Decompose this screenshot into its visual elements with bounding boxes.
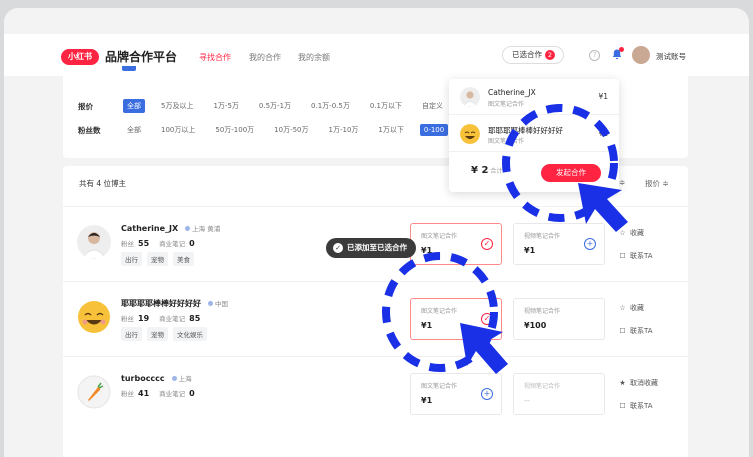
note-collab-option[interactable]: 图文笔记合作 ¥1 ✓ — [410, 223, 502, 265]
price-chip-custom[interactable]: 自定义 — [418, 99, 447, 113]
creator-location: 上海 黄浦 — [185, 225, 220, 233]
note-collab-option[interactable]: 图文笔记合作 ¥1 + — [410, 373, 502, 415]
list-item[interactable]: Catherine_JX 图文笔记合作 ¥1 — [449, 79, 619, 115]
star-filled-icon: ★ — [619, 379, 626, 387]
price-chip-5w-plus[interactable]: 5万及以上 — [157, 99, 197, 113]
sort-by-price[interactable]: 报价 ≑ — [645, 178, 669, 189]
toast-message: ✓ 已添加至已选合作 — [326, 238, 416, 258]
tab-find-collab[interactable]: 寻找合作 — [199, 52, 231, 63]
creator-location: 上海 — [171, 375, 192, 383]
location-pin-icon — [208, 301, 213, 306]
chat-icon: ☐ — [619, 402, 626, 410]
favorite-button[interactable]: ☆ 收藏 — [618, 228, 644, 238]
fans-chip-all[interactable]: 全部 — [123, 123, 145, 137]
account-name[interactable]: 测试账号 — [656, 51, 686, 62]
contact-button[interactable]: ☐ 联系TA — [618, 401, 652, 411]
chat-icon: ☐ — [619, 252, 626, 260]
avatar — [460, 87, 480, 107]
creator-tags: 出行 宠物 美食 — [121, 252, 199, 266]
avatar[interactable] — [77, 300, 111, 334]
avatar[interactable] — [632, 46, 650, 64]
tab-my-collab[interactable]: 我的合作 — [249, 52, 281, 63]
table-row: turbocccc 上海 粉丝 41 商业笔记 0 图文笔记合作 ¥1 + 视频笔记合作… — [63, 356, 688, 428]
tag: 宠物 — [147, 252, 168, 266]
fans-chip-50w-100w[interactable]: 50万-100万 — [211, 123, 258, 137]
plus-icon: + — [481, 388, 493, 400]
fans-chip-0-100[interactable]: 0-100 — [419, 124, 449, 136]
video-collab-option[interactable]: 视频笔记合作 ¥1 + — [513, 223, 605, 265]
creator-name[interactable]: 耶耶耶耶棒棒好好好好 中国 — [121, 298, 228, 309]
table-row: 耶耶耶耶棒棒好好好好 中国 粉丝 19 商业笔记 85 出行 宠物 文化娱乐 图文笔记合… — [63, 281, 688, 353]
dropdown-total: ¥ 2 合计 — [471, 165, 503, 176]
video-collab-option[interactable]: 视频笔记合作 ¥100 — [513, 298, 605, 340]
avatar[interactable] — [77, 225, 111, 259]
help-icon[interactable]: ? — [589, 50, 600, 61]
star-outline-icon: ☆ — [619, 229, 626, 237]
price-chip-05w-1w[interactable]: 0.5万-1万 — [255, 99, 295, 113]
selected-count-badge: 2 — [545, 50, 555, 60]
filter-row-price: 报价 全部 5万及以上 1万-5万 0.5万-1万 0.1万-0.5万 0.1万… — [78, 99, 459, 113]
creator-count: 共有 4 位博主 — [79, 179, 127, 188]
creator-stats: 粉丝 19 商业笔记 85 — [121, 314, 201, 323]
app-window: 小红书 品牌合作平台 寻找合作 我的合作 我的余额 已选合作 2 ? 测试账号 报… — [4, 8, 749, 457]
tag: 文化娱乐 — [173, 327, 207, 341]
fans-chip-1w-10w[interactable]: 1万-10万 — [325, 123, 363, 137]
fans-chip-100w-plus[interactable]: 100万以上 — [157, 123, 199, 137]
filter-row-fans: 粉丝数 全部 100万以上 50万-100万 10万-50万 1万-10万 1万… — [78, 123, 460, 137]
creator-list: 共有 4 位博主 ≑ 报价 ≑ Catherine_JX 上海 黄浦 粉丝 55 商业… — [63, 166, 688, 457]
price-chip-01w-05w[interactable]: 0.1万-0.5万 — [307, 99, 354, 113]
selected-collab-dropdown: Catherine_JX 图文笔记合作 ¥1 耶耶耶耶棒棒好好好好 图文笔记合作… — [449, 79, 619, 192]
avatar — [460, 124, 480, 144]
location-pin-icon — [185, 226, 191, 231]
tag: 宠物 — [147, 327, 168, 341]
chat-icon: ☐ — [619, 327, 626, 335]
creator-stats: 粉丝 55 商业笔记 0 — [121, 239, 195, 248]
list-item[interactable]: 耶耶耶耶棒棒好好好好 图文笔记合作 ¥1 — [449, 116, 619, 152]
avatar[interactable] — [77, 375, 111, 409]
favorite-button[interactable]: ☆ 收藏 — [618, 303, 644, 313]
notification-dot — [619, 47, 624, 52]
tag: 出行 — [121, 252, 142, 266]
selected-collab-button[interactable]: 已选合作 2 — [502, 46, 564, 64]
location-pin-icon — [171, 376, 177, 381]
contact-button[interactable]: ☐ 联系TA — [618, 326, 652, 336]
check-icon: ✓ — [481, 313, 493, 325]
brand-title: 品牌合作平台 — [105, 50, 178, 64]
check-circle-icon: ✓ — [333, 243, 343, 253]
star-outline-icon: ☆ — [619, 304, 626, 312]
note-collab-option[interactable]: 图文笔记合作 ¥1 ✓ — [410, 298, 502, 340]
filter-label-price: 报价 — [78, 101, 93, 111]
filter-chip-partial[interactable] — [122, 66, 136, 71]
filter-label-fans: 粉丝数 — [78, 125, 101, 135]
price-chip-1w-5w[interactable]: 1万-5万 — [209, 99, 242, 113]
unfavorite-button[interactable]: ★ 取消收藏 — [618, 378, 658, 388]
price-chip-under-01w[interactable]: 0.1万以下 — [366, 99, 406, 113]
price-chip-all[interactable]: 全部 — [123, 99, 145, 113]
selected-collab-label: 已选合作 — [512, 50, 542, 59]
video-collab-option: 视频笔记合作 -- — [513, 373, 605, 415]
start-collab-button[interactable]: 发起合作 — [541, 164, 601, 182]
tab-my-balance[interactable]: 我的余额 — [298, 52, 330, 63]
creator-tags: 出行 宠物 文化娱乐 — [121, 327, 212, 341]
fans-chip-under-1w[interactable]: 1万以下 — [374, 123, 407, 137]
brand-logo[interactable]: 小红书 — [61, 49, 99, 65]
check-icon: ✓ — [481, 238, 493, 250]
creator-name[interactable]: Catherine_JX 上海 黄浦 — [121, 223, 220, 233]
tag: 出行 — [121, 327, 142, 341]
tag: 美食 — [173, 252, 194, 266]
contact-button[interactable]: ☐ 联系TA — [618, 251, 652, 261]
plus-icon: + — [584, 238, 596, 250]
fans-chip-10w-50w[interactable]: 10万-50万 — [270, 123, 312, 137]
creator-name[interactable]: turbocccc 上海 — [121, 373, 192, 383]
creator-stats: 粉丝 41 商业笔记 0 — [121, 389, 195, 398]
sort-toggle-a[interactable]: ≑ — [619, 178, 625, 187]
creator-location: 中国 — [208, 300, 228, 308]
